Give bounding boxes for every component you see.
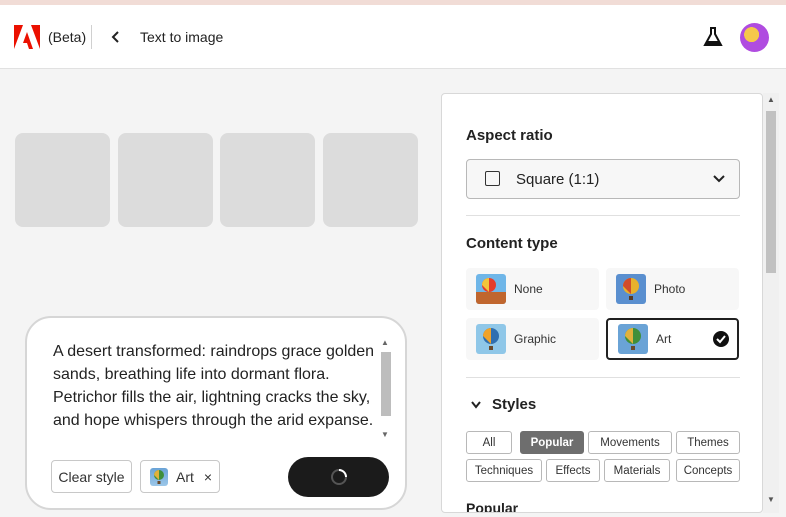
- aspect-ratio-dropdown[interactable]: Square (1:1): [466, 159, 740, 199]
- style-tab-popular[interactable]: Popular: [520, 431, 584, 454]
- close-icon[interactable]: ×: [204, 469, 212, 485]
- style-tab-effects[interactable]: Effects: [546, 459, 600, 482]
- square-icon: [485, 171, 500, 186]
- content-type-none[interactable]: None: [466, 268, 599, 310]
- settings-panel: Aspect ratio Square (1:1) Content type N…: [441, 93, 763, 513]
- content-type-art[interactable]: Art: [606, 318, 739, 360]
- prompt-textarea[interactable]: A desert transformed: raindrops grace go…: [53, 340, 377, 446]
- content-type-photo-label: Photo: [654, 282, 686, 296]
- prompt-card: A desert transformed: raindrops grace go…: [25, 316, 407, 510]
- style-chip-art: Art ×: [140, 460, 220, 493]
- content-type-graphic[interactable]: Graphic: [466, 318, 599, 360]
- divider: [466, 215, 740, 216]
- content-type-none-label: None: [514, 282, 543, 296]
- checkmark-icon: [713, 331, 729, 347]
- balloon-thumbnail-icon: [150, 467, 168, 486]
- content-type-photo[interactable]: Photo: [606, 268, 739, 310]
- panel-scroll-thumb[interactable]: [766, 111, 776, 273]
- scroll-down-arrow-icon[interactable]: ▼: [381, 430, 389, 439]
- image-placeholder-3: [220, 133, 315, 227]
- back-button[interactable]: [106, 25, 126, 49]
- aspect-ratio-heading: Aspect ratio: [466, 127, 553, 144]
- generate-button[interactable]: [288, 457, 389, 497]
- scroll-up-arrow-icon[interactable]: ▲: [767, 95, 775, 104]
- scroll-up-arrow-icon[interactable]: ▲: [381, 338, 389, 347]
- popular-subheading: Popular: [466, 500, 519, 513]
- content-type-graphic-label: Graphic: [514, 332, 557, 346]
- adobe-logo-icon[interactable]: [14, 25, 40, 49]
- image-placeholder-4: [323, 133, 418, 227]
- styles-heading: Styles: [492, 396, 537, 413]
- desert-balloon-thumbnail-icon: [476, 274, 506, 304]
- avatar[interactable]: [740, 23, 769, 52]
- image-placeholder-2: [118, 133, 213, 227]
- art-balloon-thumbnail-icon: [618, 324, 648, 354]
- photo-balloon-thumbnail-icon: [616, 274, 646, 304]
- header-divider: [91, 25, 92, 49]
- style-tab-themes[interactable]: Themes: [676, 431, 740, 454]
- style-tab-materials[interactable]: Materials: [604, 459, 670, 482]
- app-header: (Beta) Text to image: [0, 5, 786, 69]
- clear-style-button[interactable]: Clear style: [51, 460, 132, 493]
- style-tab-concepts[interactable]: Concepts: [676, 459, 740, 482]
- graphic-balloon-thumbnail-icon: [476, 324, 506, 354]
- content-type-art-label: Art: [656, 332, 672, 346]
- style-tab-all[interactable]: All: [466, 431, 512, 454]
- chevron-down-icon: [471, 400, 481, 409]
- panel-scrollbar[interactable]: ▲ ▼: [763, 93, 779, 513]
- style-chip-label: Art: [176, 468, 194, 485]
- content-type-heading: Content type: [466, 235, 558, 252]
- style-tab-techniques[interactable]: Techniques: [466, 459, 542, 482]
- spinner-icon: [330, 469, 347, 485]
- aspect-ratio-value: Square (1:1): [516, 171, 600, 188]
- page-title: Text to image: [140, 29, 224, 45]
- image-placeholder-1: [15, 133, 110, 227]
- style-tab-movements[interactable]: Movements: [588, 431, 672, 454]
- styles-section-toggle[interactable]: Styles: [470, 396, 536, 413]
- chevron-left-icon: [111, 31, 119, 43]
- flask-icon[interactable]: [702, 26, 724, 48]
- prompt-scroll-thumb[interactable]: [381, 352, 391, 416]
- scroll-down-arrow-icon[interactable]: ▼: [767, 495, 775, 504]
- beta-label: (Beta): [48, 29, 87, 45]
- prompt-scrollbar[interactable]: ▲ ▼: [379, 338, 393, 442]
- chevron-down-icon: [713, 175, 725, 183]
- divider: [466, 377, 740, 378]
